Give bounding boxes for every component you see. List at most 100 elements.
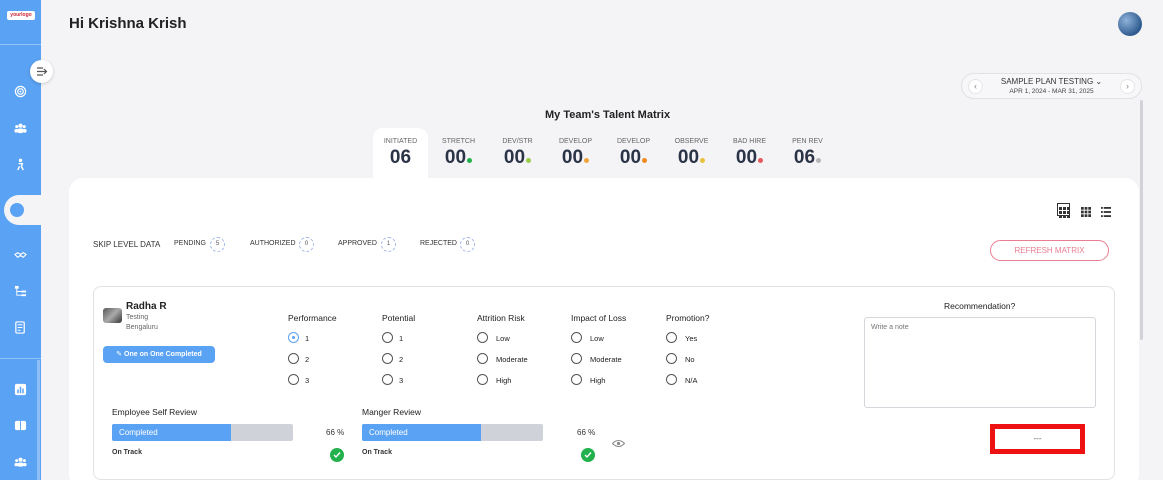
potential-radio-3[interactable] (382, 374, 393, 385)
company-logo: yourlogo (7, 11, 35, 20)
user-avatar[interactable] (1118, 12, 1142, 36)
page-greeting: Hi Krishna Krish (69, 15, 187, 32)
hierarchy-icon[interactable] (14, 285, 27, 298)
grid-large-view-icon[interactable] (1057, 203, 1070, 218)
impact-of-loss-title: Impact of Loss (571, 313, 627, 323)
attrition-option-label: Moderate (496, 355, 528, 364)
manager-review-status: Completed (369, 428, 408, 437)
manager-review-percent: 66 % (577, 428, 596, 437)
employee-name: Radha R (126, 301, 167, 312)
employee-role: Testing (126, 314, 149, 321)
self-review-percent: 66 % (326, 428, 345, 437)
check-icon (330, 448, 344, 462)
attrition-radio-high[interactable] (477, 374, 488, 385)
manager-review-title: Manger Review (362, 407, 422, 417)
status-dot (642, 158, 648, 163)
authorized-count: 0 (299, 237, 314, 252)
performance-radio-3[interactable] (288, 374, 299, 385)
recommendation-note-input[interactable] (864, 317, 1096, 408)
performance-option-label: 2 (305, 355, 310, 364)
tab-develop-2[interactable]: DEVELOP 00 (606, 128, 661, 178)
more-options-button[interactable]: --- (990, 424, 1085, 454)
rejected-filter[interactable]: REJECTED (420, 240, 457, 247)
potential-option-label: 2 (399, 355, 404, 364)
tab-dev-str[interactable]: DEV/STR 00 (490, 128, 545, 178)
sidebar-divider (0, 44, 41, 45)
book-icon[interactable] (14, 419, 27, 432)
promotion-option-label: N/A (685, 376, 698, 385)
impact-option-label: High (590, 376, 606, 385)
tab-pen-rev[interactable]: PEN REV 06 (780, 128, 835, 178)
tab-stretch[interactable]: STRETCH 00 (431, 128, 486, 178)
pending-filter[interactable]: PENDING (174, 240, 206, 247)
grid-small-view-icon[interactable] (1081, 204, 1094, 217)
performance-radio-2[interactable] (288, 353, 299, 364)
potential-option-label: 3 (399, 376, 404, 385)
potential-option-label: 1 (399, 334, 404, 343)
plan-dates: APR 1, 2024 - MAR 31, 2025 (1009, 88, 1094, 95)
impact-option-label: Moderate (590, 355, 622, 364)
chart-icon[interactable] (14, 383, 27, 396)
status-dot (526, 158, 532, 163)
sidebar-scrollbar[interactable] (37, 360, 40, 480)
performance-option-label: 3 (305, 376, 310, 385)
refresh-matrix-button[interactable]: REFRESH MATRIX (990, 240, 1109, 261)
employee-location: Bengaluru (126, 324, 158, 331)
person-walk-icon[interactable] (14, 158, 27, 171)
impact-radio-moderate[interactable] (571, 353, 582, 364)
attrition-option-label: Low (496, 334, 510, 343)
collapse-sidebar-button[interactable] (30, 60, 53, 83)
status-dot (758, 158, 764, 163)
promotion-option-label: No (685, 355, 695, 364)
potential-radio-2[interactable] (382, 353, 393, 364)
list-view-icon[interactable] (1101, 204, 1114, 217)
potential-title: Potential (382, 313, 416, 323)
promotion-radio-no[interactable] (666, 353, 677, 364)
handshake-icon[interactable] (14, 248, 27, 261)
performance-radio-1[interactable] (288, 332, 299, 343)
users-icon[interactable] (14, 456, 27, 469)
target-icon[interactable] (14, 85, 27, 98)
promotion-radio-yes[interactable] (666, 332, 677, 343)
chevron-down-icon: ⌄ (1095, 77, 1103, 86)
one-on-one-button[interactable]: ✎ One on One Completed (103, 346, 215, 363)
performance-title: Performance (288, 313, 337, 323)
promotion-radio-na[interactable] (666, 374, 677, 385)
potential-radio-1[interactable] (382, 332, 393, 343)
plan-selector[interactable]: ‹ SAMPLE PLAN TESTING ⌄ APR 1, 2024 - MA… (961, 73, 1142, 99)
recommendation-title: Recommendation? (944, 301, 1016, 311)
impact-option-label: Low (590, 334, 604, 343)
pending-count: 5 (210, 237, 225, 252)
matrix-icon[interactable] (10, 203, 24, 217)
document-edit-icon[interactable] (14, 321, 27, 334)
status-dot (816, 158, 822, 163)
skip-level-label: SKIP LEVEL DATA (93, 240, 161, 249)
eye-icon[interactable] (611, 435, 626, 447)
promotion-option-label: Yes (685, 334, 698, 343)
page-scrollbar[interactable] (1140, 100, 1143, 340)
edit-icon: ✎ (116, 351, 123, 358)
manager-review-track: On Track (362, 449, 392, 456)
authorized-filter[interactable]: AUTHORIZED (250, 240, 296, 247)
team-icon[interactable] (14, 122, 27, 135)
tab-observe[interactable]: OBSERVE 00 (664, 128, 719, 178)
next-plan-button[interactable]: › (1120, 79, 1135, 94)
employee-avatar (103, 308, 122, 323)
self-review-track: On Track (112, 449, 142, 456)
attrition-radio-moderate[interactable] (477, 353, 488, 364)
attrition-option-label: High (496, 376, 512, 385)
tab-bad-hire[interactable]: BAD HIRE 00 (722, 128, 777, 178)
promotion-title: Promotion? (666, 313, 710, 323)
plan-title[interactable]: SAMPLE PLAN TESTING ⌄ (962, 77, 1141, 86)
impact-radio-high[interactable] (571, 374, 582, 385)
attrition-radio-low[interactable] (477, 332, 488, 343)
status-dot (467, 158, 473, 163)
check-icon (581, 448, 595, 462)
tab-develop-1[interactable]: DEVELOP 00 (548, 128, 603, 178)
self-review-progress: Completed (112, 424, 293, 441)
approved-filter[interactable]: APPROVED (338, 240, 377, 247)
sidebar-divider (0, 358, 41, 359)
attrition-risk-title: Attrition Risk (477, 313, 525, 323)
impact-radio-low[interactable] (571, 332, 582, 343)
tab-initiated[interactable]: INITIATED 06 (373, 128, 428, 178)
